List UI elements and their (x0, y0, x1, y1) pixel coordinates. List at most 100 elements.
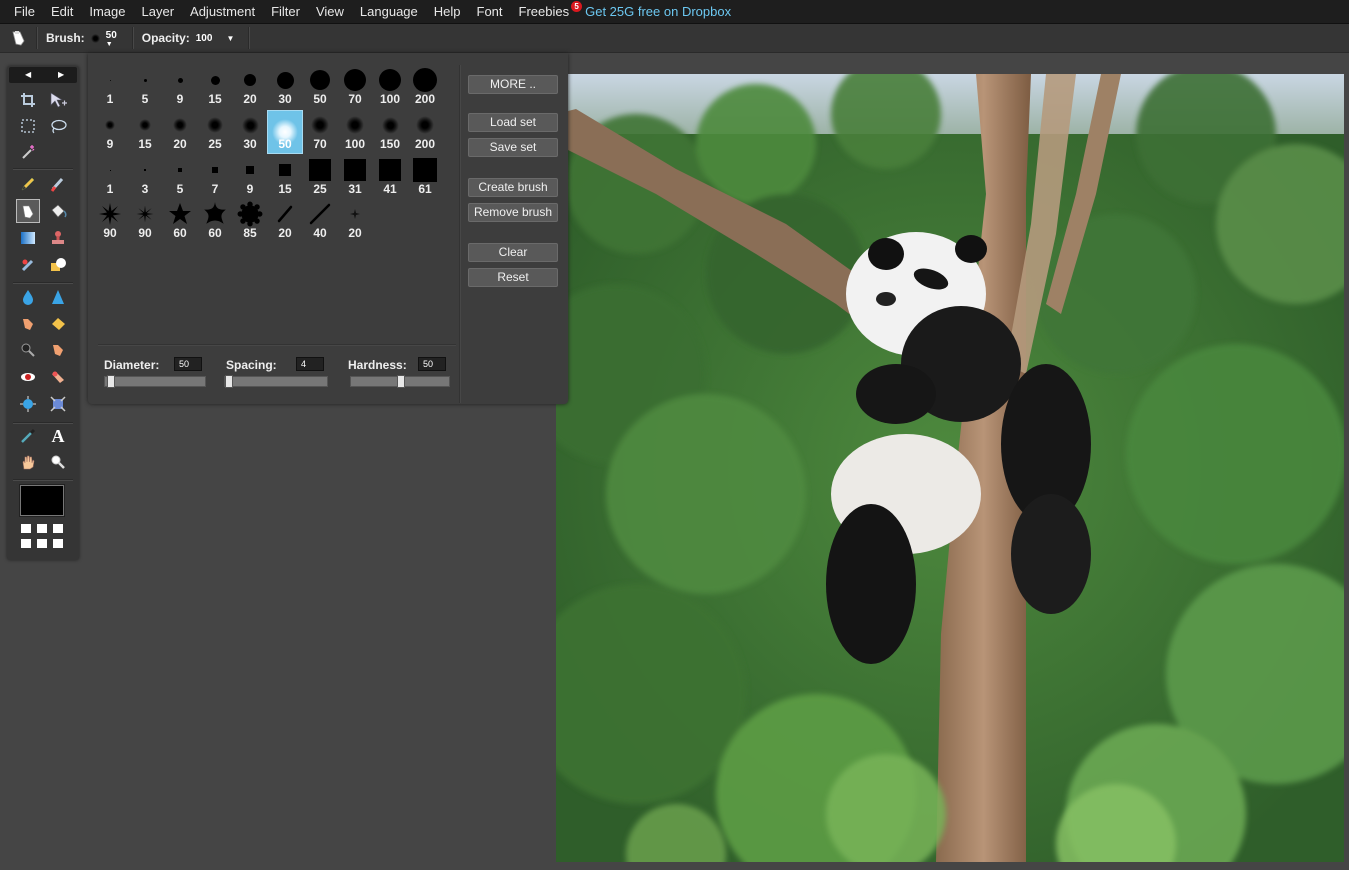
color-picker-icon[interactable] (16, 424, 40, 448)
menu-freebies[interactable]: Freebies 5 (511, 0, 583, 23)
lasso-icon[interactable] (46, 114, 70, 138)
diameter-slider[interactable] (104, 375, 206, 388)
brush-preset-square-1[interactable]: 3 (127, 155, 163, 199)
brush-preset-round-soft-1[interactable]: 15 (127, 110, 163, 154)
opacity-value[interactable]: 100 (196, 33, 213, 44)
arrow-right-icon[interactable]: ▶ (58, 70, 64, 79)
reset-button[interactable]: Reset (468, 268, 558, 287)
brush-preset-round-hard-0[interactable]: 1 (92, 65, 128, 109)
brush-preset-round-hard-7[interactable]: 70 (337, 65, 373, 109)
menu-view[interactable]: View (308, 0, 352, 23)
brush-preset-round-hard-5[interactable]: 30 (267, 65, 303, 109)
paint-bucket-icon[interactable] (46, 199, 70, 223)
foreground-color-swatch[interactable] (19, 484, 65, 517)
brush-preset-round-soft-8[interactable]: 150 (372, 110, 408, 154)
shape-icon[interactable] (46, 253, 70, 277)
brush-preset-round-soft-5[interactable]: 50 (267, 110, 303, 154)
brush-preset-square-4[interactable]: 9 (232, 155, 268, 199)
burn-icon[interactable] (46, 338, 70, 362)
spacing-slider[interactable] (224, 375, 328, 388)
magic-wand-icon[interactable] (16, 140, 40, 164)
save-set-button[interactable]: Save set (468, 138, 558, 157)
hardness-slider[interactable] (350, 375, 450, 388)
hardness-slider-thumb[interactable] (397, 375, 405, 388)
brush-preset-round-hard-2[interactable]: 9 (162, 65, 198, 109)
brush-preset-square-5[interactable]: 15 (267, 155, 303, 199)
brush-preset-shape-5[interactable]: 20 (267, 199, 303, 243)
diameter-slider-thumb[interactable] (107, 375, 115, 388)
gradient-icon[interactable] (16, 226, 40, 250)
brush-preset-square-9[interactable]: 61 (407, 155, 443, 199)
pencil-icon[interactable] (16, 172, 40, 196)
arrow-left-icon[interactable]: ◀ (25, 70, 31, 79)
sponge-icon[interactable] (46, 312, 70, 336)
spacing-input[interactable]: 4 (296, 357, 324, 371)
brush-preset-round-hard-6[interactable]: 50 (302, 65, 338, 109)
menu-filter[interactable]: Filter (263, 0, 308, 23)
blur-icon[interactable] (16, 285, 40, 309)
type-icon[interactable]: A (46, 424, 70, 448)
menu-help[interactable]: Help (426, 0, 469, 23)
brush-icon[interactable] (46, 172, 70, 196)
brush-preset-square-0[interactable]: 1 (92, 155, 128, 199)
brush-preset-round-hard-3[interactable]: 15 (197, 65, 233, 109)
menu-layer[interactable]: Layer (134, 0, 183, 23)
zoom-icon[interactable] (46, 450, 70, 474)
menu-image[interactable]: Image (81, 0, 133, 23)
move-icon[interactable] (46, 88, 70, 112)
brush-preset-round-hard-4[interactable]: 20 (232, 65, 268, 109)
brush-preset-round-soft-7[interactable]: 100 (337, 110, 373, 154)
sharpen-icon[interactable] (46, 285, 70, 309)
brush-preset-round-hard-8[interactable]: 100 (372, 65, 408, 109)
load-set-button[interactable]: Load set (468, 113, 558, 132)
spacing-slider-thumb[interactable] (225, 375, 233, 388)
image-canvas[interactable] (556, 74, 1344, 862)
brush-preset-shape-4[interactable]: 85 (232, 199, 268, 243)
brush-preset-picker[interactable]: 50 ▼ (90, 30, 124, 48)
brush-preset-shape-0[interactable]: 90 (92, 199, 128, 243)
brush-preset-shape-6[interactable]: 40 (302, 199, 338, 243)
brush-preset-square-8[interactable]: 41 (372, 155, 408, 199)
spot-heal-icon[interactable] (46, 365, 70, 389)
brush-preset-round-soft-3[interactable]: 25 (197, 110, 233, 154)
brush-preset-shape-7[interactable]: 20 (337, 199, 373, 243)
dropbox-promo-link[interactable]: Get 25G free on Dropbox (579, 0, 731, 23)
brush-preset-square-6[interactable]: 25 (302, 155, 338, 199)
brush-preset-round-soft-0[interactable]: 9 (92, 110, 128, 154)
menu-adjustment[interactable]: Adjustment (182, 0, 263, 23)
brush-preset-shape-1[interactable]: 90 (127, 199, 163, 243)
menu-edit[interactable]: Edit (43, 0, 81, 23)
brush-preset-round-soft-4[interactable]: 30 (232, 110, 268, 154)
brush-preset-round-soft-6[interactable]: 70 (302, 110, 338, 154)
brush-preset-square-2[interactable]: 5 (162, 155, 198, 199)
brush-preset-shape-3[interactable]: 60 (197, 199, 233, 243)
crop-icon[interactable] (16, 88, 40, 112)
clear-button[interactable]: Clear (468, 243, 558, 262)
color-replace-icon[interactable] (16, 253, 40, 277)
menu-language[interactable]: Language (352, 0, 426, 23)
dodge-icon[interactable] (16, 338, 40, 362)
brush-preset-round-hard-1[interactable]: 5 (127, 65, 163, 109)
hardness-input[interactable]: 50 (418, 357, 446, 371)
more-brushes-button[interactable]: MORE .. (468, 75, 558, 94)
bloat-icon[interactable] (16, 392, 40, 416)
brush-preset-round-soft-9[interactable]: 200 (407, 110, 443, 154)
brush-preset-round-hard-9[interactable]: 200 (407, 65, 443, 109)
clone-brush-icon[interactable] (16, 199, 40, 223)
opacity-dropdown-icon[interactable]: ▼ (226, 34, 234, 43)
stamp-icon[interactable] (46, 226, 70, 250)
marquee-icon[interactable] (16, 114, 40, 138)
red-eye-icon[interactable] (16, 365, 40, 389)
pinch-icon[interactable] (46, 392, 70, 416)
smudge-icon[interactable] (16, 312, 40, 336)
menu-file[interactable]: File (6, 0, 43, 23)
brush-preset-square-7[interactable]: 31 (337, 155, 373, 199)
brush-preset-square-3[interactable]: 7 (197, 155, 233, 199)
brush-preset-round-soft-2[interactable]: 20 (162, 110, 198, 154)
toolbox-header[interactable]: ◀ ▶ (9, 67, 77, 83)
hand-icon[interactable] (16, 450, 40, 474)
menu-font[interactable]: Font (469, 0, 511, 23)
create-brush-button[interactable]: Create brush (468, 178, 558, 197)
diameter-input[interactable]: 50 (174, 357, 202, 371)
remove-brush-button[interactable]: Remove brush (468, 203, 558, 222)
